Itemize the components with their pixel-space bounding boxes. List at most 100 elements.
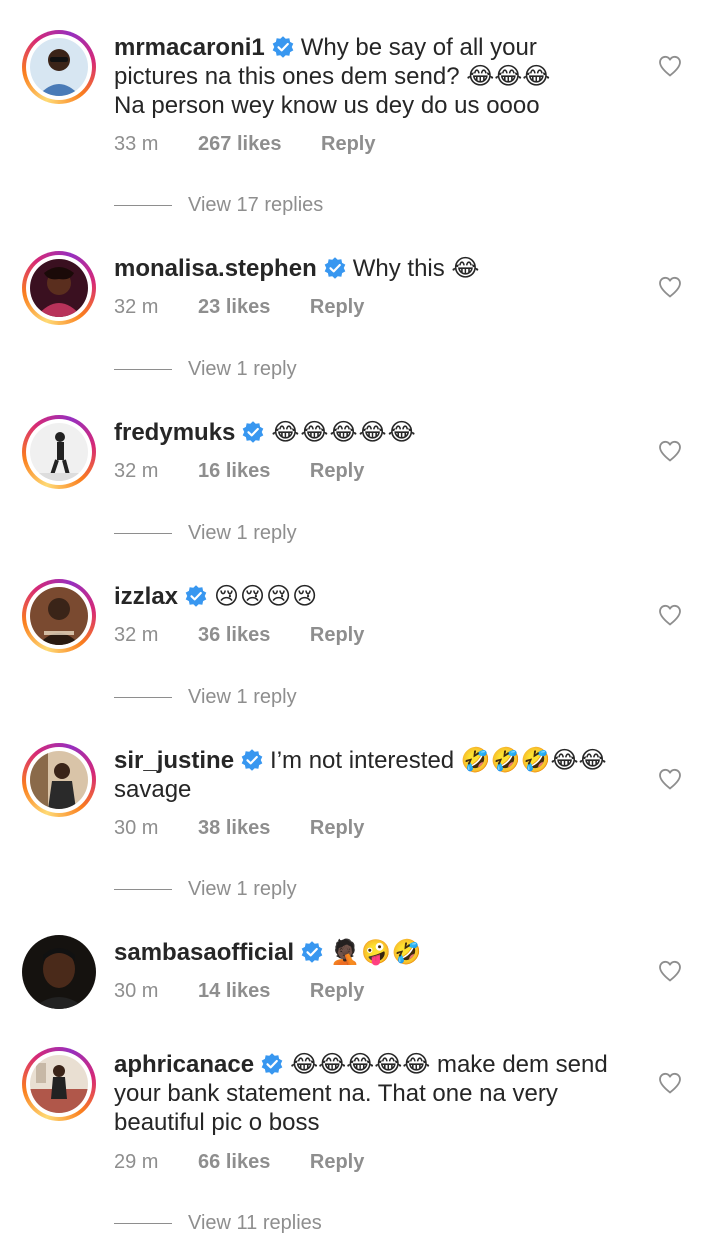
verified-badge-icon [240,748,264,772]
comment-text: your bank statement na. That one na very [114,1080,558,1107]
likes-count[interactable]: 16 likes [198,460,270,482]
comment-body: sir_justine I’m not interested 🤣🤣🤣😂😂 sava… [114,746,644,804]
verified-badge-icon [300,940,324,964]
view-replies-label[interactable]: View 1 reply [188,686,297,708]
avatar[interactable] [30,587,88,645]
story-ring[interactable] [22,251,96,325]
likes-count[interactable]: 38 likes [198,817,270,839]
comment-body: monalisa.stephen Why this 😂 [114,254,644,283]
verified-badge-icon [184,584,208,608]
comment-text: I’m not interested 🤣🤣🤣😂😂 [270,747,607,774]
comment-body: fredymuks 😂😂😂😂😂 [114,418,644,447]
like-heart-icon[interactable] [658,604,682,626]
likes-count[interactable]: 66 likes [198,1151,270,1173]
likes-count[interactable]: 23 likes [198,296,270,318]
comment-meta: 30 m 38 likes Reply [114,817,398,840]
like-heart-icon[interactable] [658,440,682,462]
reply-button[interactable]: Reply [310,460,364,482]
timestamp: 30 m [114,980,159,1002]
comment-meta: 33 m 267 likes Reply [114,133,409,156]
avatar[interactable] [30,423,88,481]
comment-text: 😂😂😂😂😂 make dem send [290,1051,608,1078]
comment-meta: 30 m 14 likes Reply [114,980,398,1003]
story-ring[interactable] [22,30,96,104]
reply-button[interactable]: Reply [310,1151,364,1173]
timestamp: 32 m [114,296,159,318]
comment-text: Na person wey know us dey do us oooo [114,92,540,119]
comment-emojis: 😢😢😢😢 [214,583,319,610]
story-ring[interactable] [22,579,96,653]
divider-line [114,533,172,535]
comment-text: Why be say of all your [300,34,537,61]
divider-line [114,697,172,699]
view-replies-label[interactable]: View 1 reply [188,522,297,544]
reply-button[interactable]: Reply [310,624,364,646]
comment-body: izzlax 😢😢😢😢 [114,582,644,611]
story-ring[interactable] [22,1047,96,1121]
timestamp: 29 m [114,1151,159,1173]
view-replies-button[interactable]: View 17 replies [114,194,323,217]
like-heart-icon[interactable] [658,768,682,790]
view-replies-label[interactable]: View 11 replies [188,1212,322,1234]
verified-badge-icon [323,256,347,280]
comment-meta: 32 m 16 likes Reply [114,460,398,483]
comment-body: mrmacaroni1 Why be say of all your pictur… [114,33,644,120]
like-heart-icon[interactable] [658,1072,682,1094]
like-heart-icon[interactable] [658,960,682,982]
username[interactable]: monalisa.stephen [114,255,317,282]
likes-count[interactable]: 267 likes [198,133,281,155]
comment-meta: 32 m 36 likes Reply [114,624,398,647]
verified-badge-icon [271,35,295,59]
view-replies-button[interactable]: View 1 reply [114,878,297,901]
comment-text: savage [114,776,192,803]
view-replies-button[interactable]: View 11 replies [114,1212,322,1235]
comment-text: Why this 😂 [352,255,480,282]
avatar[interactable] [30,259,88,317]
view-replies-button[interactable]: View 1 reply [114,522,297,545]
username[interactable]: izzlax [114,583,178,610]
avatar[interactable] [22,935,96,1009]
like-heart-icon[interactable] [658,276,682,298]
view-replies-label[interactable]: View 17 replies [188,194,323,216]
view-replies-button[interactable]: View 1 reply [114,686,297,709]
reply-button[interactable]: Reply [310,980,364,1002]
view-replies-label[interactable]: View 1 reply [188,358,297,380]
likes-count[interactable]: 14 likes [198,980,270,1002]
comment-body: sambasaofficial 🤦🏿🤪🤣 [114,938,644,967]
timestamp: 32 m [114,624,159,646]
comment-emojis: 🤦🏿🤪🤣 [330,939,423,966]
verified-badge-icon [260,1052,284,1076]
avatar[interactable] [30,38,88,96]
like-heart-icon[interactable] [658,55,682,77]
timestamp: 33 m [114,133,159,155]
divider-line [114,889,172,891]
view-replies-button[interactable]: View 1 reply [114,358,297,381]
comment-text: beautiful pic o boss [114,1109,320,1136]
divider-line [114,369,172,371]
comment-emojis: 😂😂😂😂😂 [271,419,417,446]
reply-button[interactable]: Reply [321,133,375,155]
avatar[interactable] [30,1055,88,1113]
timestamp: 32 m [114,460,159,482]
story-ring[interactable] [22,743,96,817]
comment-meta: 29 m 66 likes Reply [114,1151,398,1174]
username[interactable]: sir_justine [114,747,234,774]
comment-body: aphricanace 😂😂😂😂😂 make dem send your bank… [114,1050,644,1137]
reply-button[interactable]: Reply [310,296,364,318]
view-replies-label[interactable]: View 1 reply [188,878,297,900]
comment-meta: 32 m 23 likes Reply [114,296,398,319]
username[interactable]: mrmacaroni1 [114,34,265,61]
verified-badge-icon [241,420,265,444]
divider-line [114,1223,172,1225]
username[interactable]: sambasaofficial [114,939,294,966]
avatar-frame[interactable] [22,935,96,1009]
likes-count[interactable]: 36 likes [198,624,270,646]
avatar[interactable] [30,751,88,809]
username[interactable]: fredymuks [114,419,235,446]
comment-text: pictures na this ones dem send? 😂😂😂 [114,63,551,90]
timestamp: 30 m [114,817,159,839]
story-ring[interactable] [22,415,96,489]
reply-button[interactable]: Reply [310,817,364,839]
username[interactable]: aphricanace [114,1051,254,1078]
divider-line [114,205,172,207]
